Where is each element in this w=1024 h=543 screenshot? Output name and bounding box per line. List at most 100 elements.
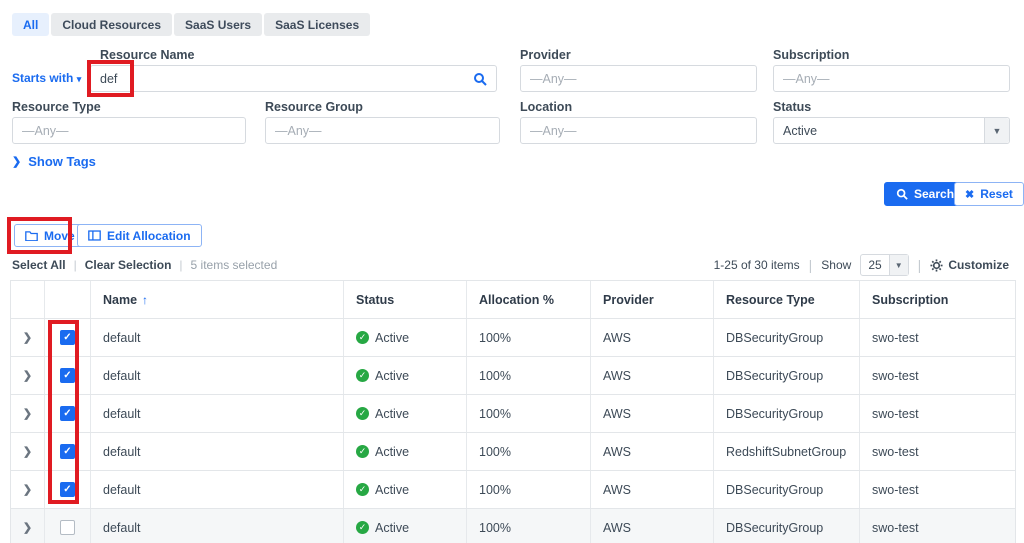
- subscription-cell: swo-test: [860, 395, 1015, 432]
- row-checkbox[interactable]: ✓: [60, 330, 75, 345]
- column-header-allocation[interactable]: Allocation %: [467, 281, 591, 318]
- customize-button[interactable]: Customize: [930, 258, 1009, 272]
- row-checkbox[interactable]: ✓: [60, 368, 75, 383]
- column-header-label: Name: [103, 293, 137, 307]
- expand-cell: ❯: [11, 395, 45, 432]
- clear-selection-link[interactable]: Clear Selection: [85, 258, 172, 272]
- row-checkbox[interactable]: ✓: [60, 406, 75, 421]
- name-cell: default: [91, 319, 344, 356]
- table-row: ❯✓default✓Active100%AWSDBSecurityGroupsw…: [11, 357, 1015, 395]
- edit-allocation-button[interactable]: Edit Allocation: [77, 224, 202, 247]
- expand-chevron-icon[interactable]: ❯: [23, 521, 32, 534]
- chevron-down-icon: ▾: [77, 74, 82, 84]
- expand-chevron-icon[interactable]: ❯: [23, 369, 32, 382]
- resource-type-cell: RedshiftSubnetGroup: [714, 433, 860, 470]
- status-cell: ✓Active: [344, 471, 467, 508]
- expand-chevron-icon[interactable]: ❯: [23, 331, 32, 344]
- match-mode-dropdown[interactable]: Starts with ▾: [12, 71, 81, 85]
- status-cell: ✓Active: [344, 433, 467, 470]
- gear-icon: [930, 259, 943, 272]
- location-input[interactable]: —Any—: [520, 117, 757, 144]
- provider-cell: AWS: [591, 509, 714, 543]
- allocation-cell: 100%: [467, 319, 591, 356]
- status-active-icon: ✓: [356, 331, 369, 344]
- subscription-cell: swo-test: [860, 319, 1015, 356]
- allocation-cell: 100%: [467, 357, 591, 394]
- subscription-cell: swo-test: [860, 357, 1015, 394]
- subscription-cell: swo-test: [860, 509, 1015, 543]
- show-tags-label: Show Tags: [28, 154, 96, 169]
- table-row: ❯✓default✓Active100%AWSDBSecurityGroupsw…: [11, 319, 1015, 357]
- status-select-value: Active: [783, 124, 817, 138]
- search-button-label: Search: [914, 187, 954, 201]
- table-row: ❯default✓Active100%AWSDBSecurityGroupswo…: [11, 509, 1015, 543]
- column-header-resource-type[interactable]: Resource Type: [714, 281, 860, 318]
- status-text: Active: [375, 407, 409, 421]
- expand-column-header: [11, 281, 45, 318]
- column-header-status[interactable]: Status: [344, 281, 467, 318]
- expand-cell: ❯: [11, 357, 45, 394]
- expand-cell: ❯: [11, 509, 45, 543]
- name-cell: default: [91, 509, 344, 543]
- expand-cell: ❯: [11, 471, 45, 508]
- divider: |: [74, 258, 77, 272]
- resource-name-input[interactable]: def: [90, 65, 497, 92]
- edit-allocation-button-label: Edit Allocation: [107, 229, 191, 243]
- search-icon[interactable]: [473, 72, 487, 86]
- tab-bar: All Cloud Resources SaaS Users SaaS Lice…: [12, 13, 370, 36]
- status-active-icon: ✓: [356, 407, 369, 420]
- row-checkbox[interactable]: ✓: [60, 444, 75, 459]
- name-cell: default: [91, 433, 344, 470]
- reset-button-label: Reset: [980, 187, 1013, 201]
- provider-input[interactable]: —Any—: [520, 65, 757, 92]
- expand-chevron-icon[interactable]: ❯: [23, 407, 32, 420]
- chevron-right-icon: ❯: [12, 155, 21, 168]
- resource-type-placeholder: —Any—: [22, 124, 69, 138]
- status-text: Active: [375, 369, 409, 383]
- tab-all[interactable]: All: [12, 13, 49, 36]
- status-active-icon: ✓: [356, 483, 369, 496]
- move-button[interactable]: Move: [14, 224, 86, 247]
- expand-chevron-icon[interactable]: ❯: [23, 483, 32, 496]
- provider-cell: AWS: [591, 471, 714, 508]
- move-button-label: Move: [44, 229, 75, 243]
- row-checkbox[interactable]: [60, 520, 75, 535]
- tab-saas-users[interactable]: SaaS Users: [174, 13, 262, 36]
- provider-label: Provider: [520, 48, 571, 62]
- resource-group-label: Resource Group: [265, 100, 363, 114]
- column-header-subscription[interactable]: Subscription: [860, 281, 1015, 318]
- selection-bar: Select All | Clear Selection | 5 items s…: [12, 258, 277, 272]
- chevron-down-icon[interactable]: ▼: [984, 118, 1009, 143]
- row-checkbox[interactable]: ✓: [60, 482, 75, 497]
- show-tags-toggle[interactable]: ❯ Show Tags: [12, 154, 96, 169]
- table-row: ❯✓default✓Active100%AWSDBSecurityGroupsw…: [11, 395, 1015, 433]
- location-label: Location: [520, 100, 572, 114]
- tab-cloud-resources[interactable]: Cloud Resources: [51, 13, 172, 36]
- resource-group-input[interactable]: —Any—: [265, 117, 500, 144]
- resource-group-placeholder: —Any—: [275, 124, 322, 138]
- select-all-link[interactable]: Select All: [12, 258, 66, 272]
- allocation-cell: 100%: [467, 395, 591, 432]
- provider-cell: AWS: [591, 357, 714, 394]
- tab-saas-licenses[interactable]: SaaS Licenses: [264, 13, 370, 36]
- page-size-select[interactable]: 25 ▼: [860, 254, 908, 276]
- resource-name-value: def: [100, 72, 117, 86]
- checkbox-cell: ✓: [45, 471, 91, 508]
- column-header-name[interactable]: Name ↑: [91, 281, 344, 318]
- checkbox-cell: ✓: [45, 319, 91, 356]
- column-header-provider[interactable]: Provider: [591, 281, 714, 318]
- divider: |: [918, 257, 922, 273]
- resource-type-input[interactable]: —Any—: [12, 117, 246, 144]
- expand-cell: ❯: [11, 319, 45, 356]
- status-select[interactable]: Active ▼: [773, 117, 1010, 144]
- subscription-input[interactable]: —Any—: [773, 65, 1010, 92]
- status-cell: ✓Active: [344, 509, 467, 543]
- x-icon: ✖: [965, 188, 974, 201]
- location-placeholder: —Any—: [530, 124, 577, 138]
- provider-cell: AWS: [591, 395, 714, 432]
- select-column-header: [45, 281, 91, 318]
- subscription-cell: swo-test: [860, 433, 1015, 470]
- provider-cell: AWS: [591, 319, 714, 356]
- expand-chevron-icon[interactable]: ❯: [23, 445, 32, 458]
- reset-button[interactable]: ✖ Reset: [954, 182, 1024, 206]
